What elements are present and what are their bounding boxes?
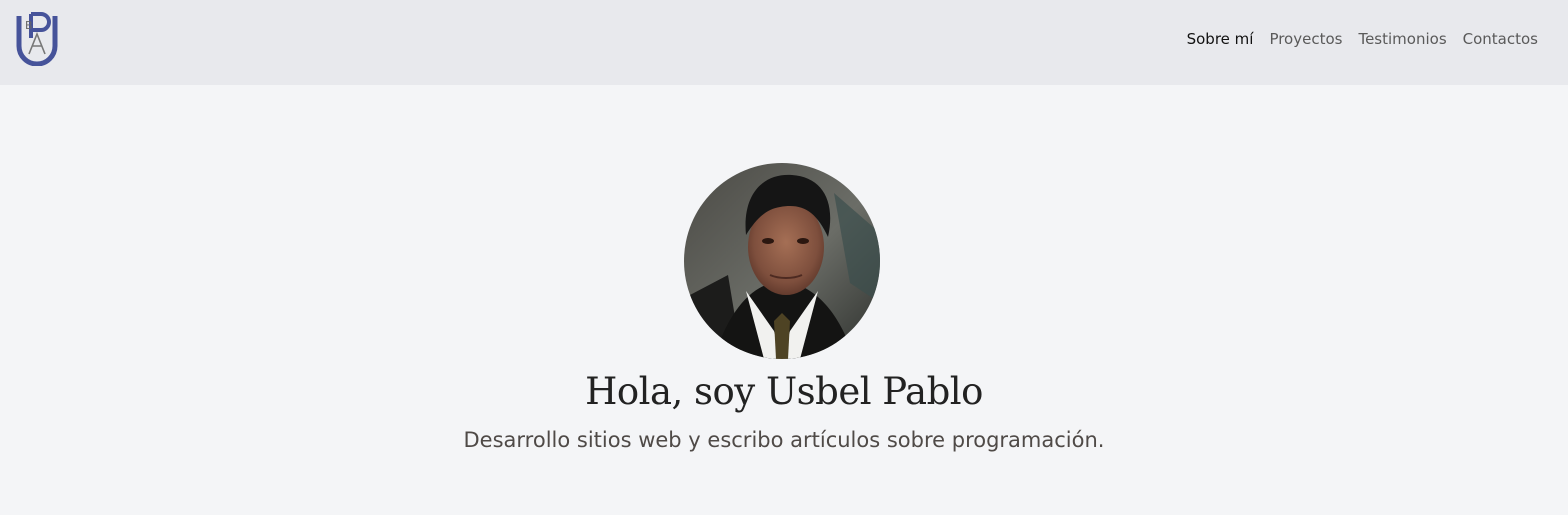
main-nav: Sobre mí Proyectos Testimonios Contactos bbox=[1187, 28, 1538, 50]
hero-section: Hola, soy Usbel Pablo Desarrollo sitios … bbox=[0, 85, 1568, 515]
nav-testimonials[interactable]: Testimonios bbox=[1358, 28, 1446, 50]
logo-link[interactable]: B bbox=[15, 12, 59, 67]
nav-projects[interactable]: Proyectos bbox=[1269, 28, 1342, 50]
logo-letter-b: B bbox=[25, 19, 33, 32]
nav-contacts[interactable]: Contactos bbox=[1463, 28, 1538, 50]
navbar: B Sobre mí Proyectos Testimonios Contact… bbox=[0, 0, 1568, 85]
hero-title: Hola, soy Usbel Pablo bbox=[585, 370, 983, 413]
nav-about[interactable]: Sobre mí bbox=[1187, 28, 1254, 50]
profile-avatar bbox=[684, 163, 880, 359]
hero-subtitle: Desarrollo sitios web y escribo artículo… bbox=[463, 428, 1105, 452]
profile-photo-icon bbox=[684, 163, 880, 359]
logo-monogram-icon: B bbox=[16, 12, 58, 67]
